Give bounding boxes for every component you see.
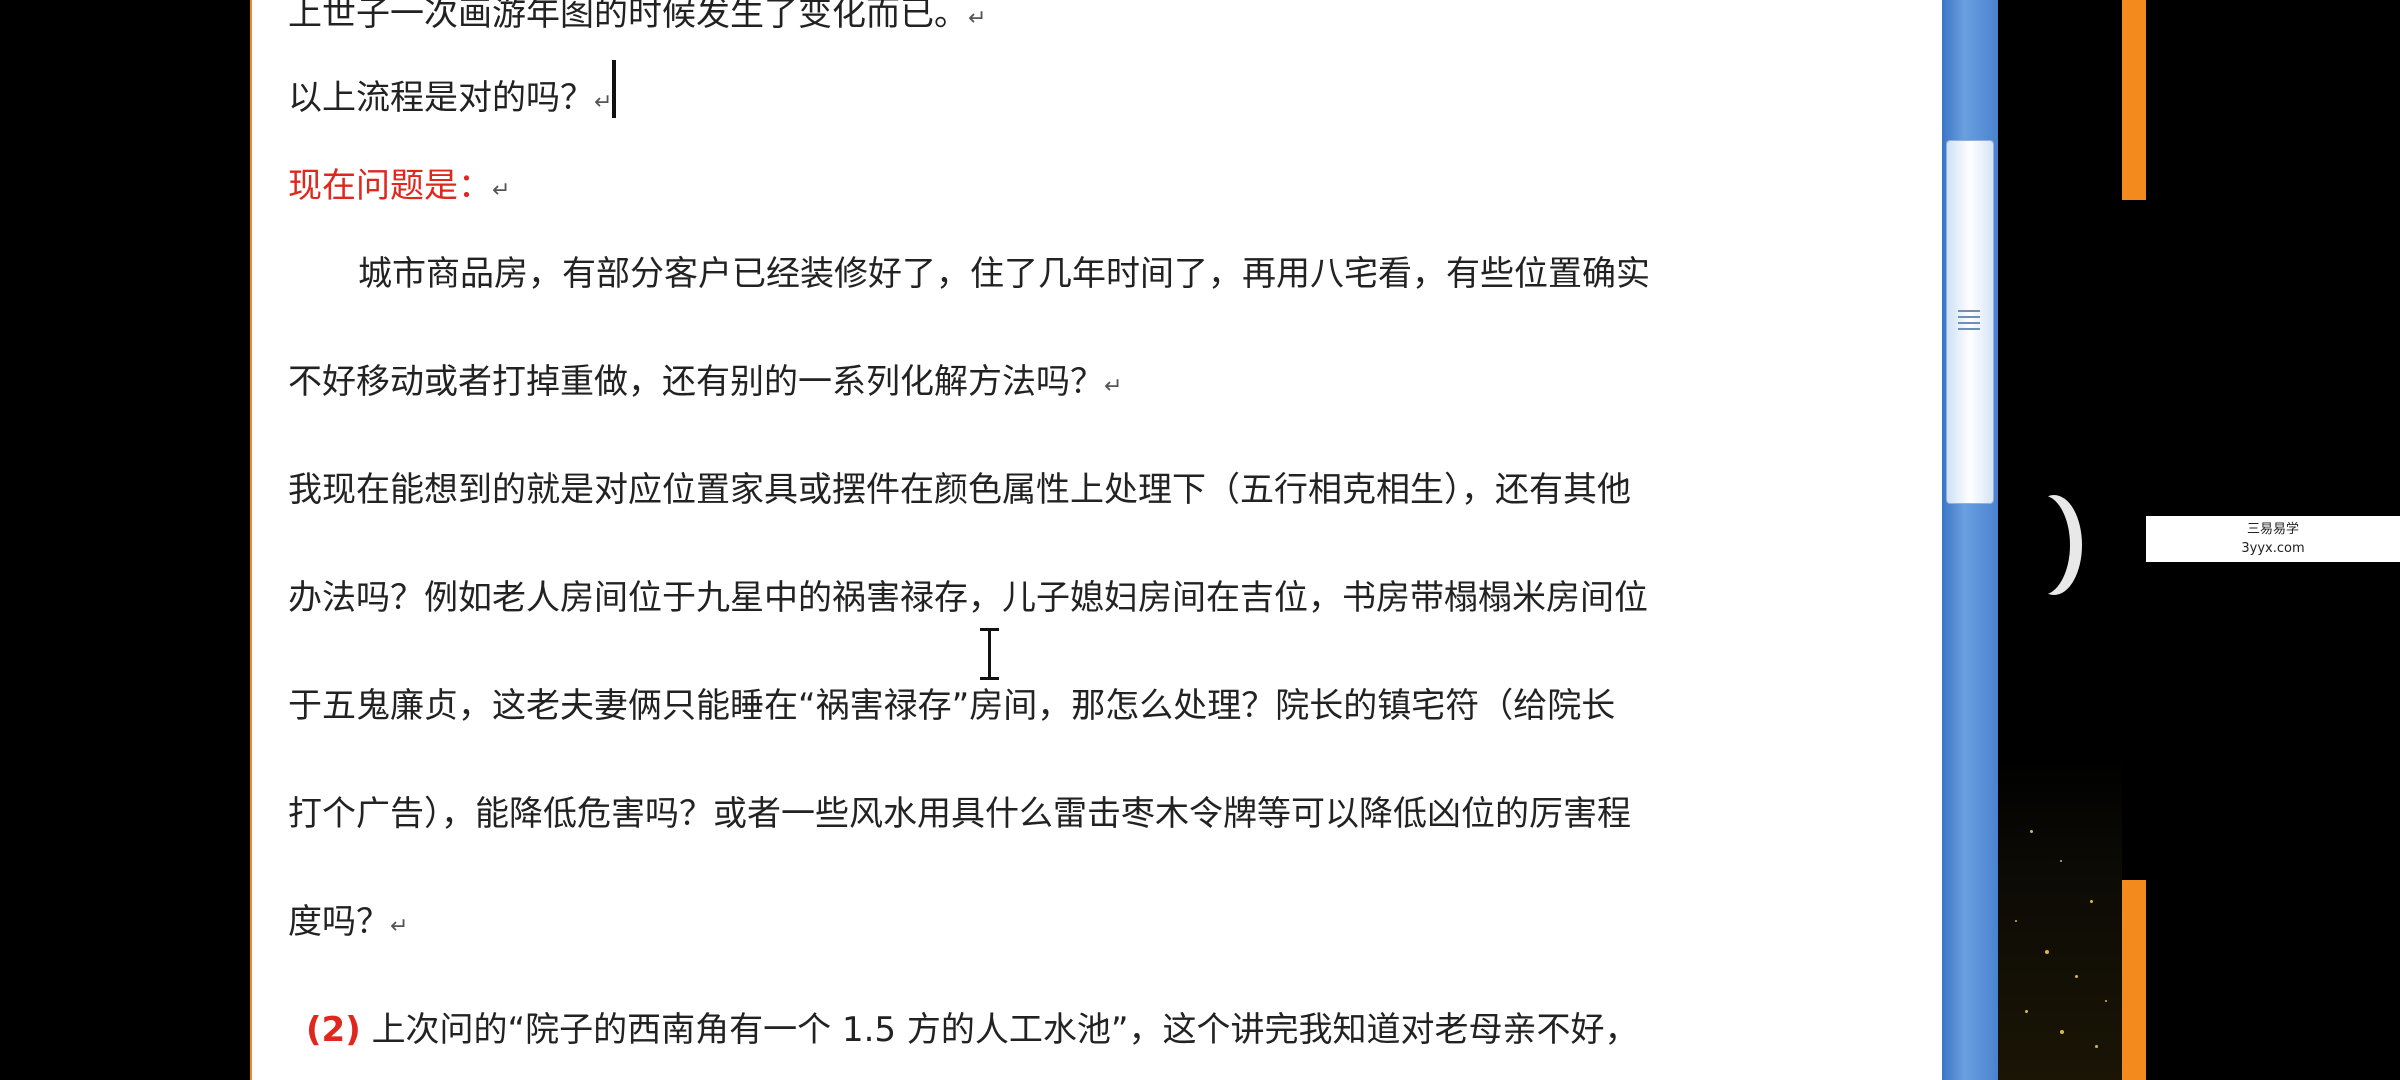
paragraph-mark: ↵: [594, 90, 613, 115]
sparkle: [2015, 920, 2017, 922]
doc-line-text: 打个广告），能降低危害吗？或者一些风水用具什么雷击枣木令牌等可以降低凶位的厉害程: [288, 794, 1631, 834]
doc-line-10: 度吗？↵: [288, 894, 408, 943]
doc-line-question-heading: 现在问题是：↵: [288, 158, 510, 207]
frame-edge-right-top: [2122, 0, 2146, 200]
crescent-moon-icon: [2014, 495, 2070, 595]
paragraph-mark: ↵: [390, 914, 409, 939]
doc-line-text: 于五鬼廉贞，这老夫妻俩只能睡在“祸害禄存”房间，那怎么处理？院长的镇宅符（给院长: [288, 686, 1616, 726]
sparkle: [2095, 1045, 2098, 1048]
sparkle: [2060, 860, 2062, 862]
doc-line-text: 以上流程是对的吗？: [288, 78, 594, 118]
frame-gap: [2122, 200, 2146, 880]
paragraph-mark: ↵: [1104, 374, 1123, 399]
sparkle: [2045, 950, 2049, 954]
doc-line-5: 不好移动或者打掉重做，还有别的一系列化解方法吗？↵: [288, 354, 1122, 403]
sparkle: [2060, 1030, 2064, 1034]
doc-line-4: 城市商品房，有部分客户已经装修好了，住了几年时间了，再用八宅看，有些位置确实: [358, 246, 1650, 295]
doc-line-text: 不好移动或者打掉重做，还有别的一系列化解方法吗？: [288, 362, 1104, 402]
sparkle: [2105, 1000, 2107, 1002]
doc-line-text: 办法吗？例如老人房间位于九星中的祸害禄存，儿子媳妇房间在吉位，书房带榻榻米房间位: [288, 578, 1648, 618]
doc-line-9: 打个广告），能降低危害吗？或者一些风水用具什么雷击枣木令牌等可以降低凶位的厉害程: [288, 786, 1631, 835]
scroll-grip-icon: [1958, 322, 1980, 324]
scroll-grip-icon: [1958, 328, 1980, 330]
sparkle: [2090, 900, 2093, 903]
item-number: (2): [306, 1010, 361, 1050]
watermark: 三易易学 3yyx.com: [2146, 516, 2400, 562]
doc-line-text: 上世子一次画游年图的时候发生了变化而已。: [288, 0, 968, 34]
doc-line-text: 城市商品房，有部分客户已经装修好了，住了几年时间了，再用八宅看，有些位置确实: [358, 254, 1650, 294]
paragraph-mark: ↵: [968, 6, 987, 31]
sparkle: [2030, 830, 2033, 833]
doc-line-text: 我现在能想到的就是对应位置家具或摆件在颜色属性上处理下（五行相克相生），还有其他: [288, 470, 1631, 510]
scroll-grip-icon: [1958, 316, 1980, 318]
sparkle: [2025, 1010, 2028, 1013]
text-caret: [612, 60, 616, 118]
doc-line-6: 我现在能想到的就是对应位置家具或摆件在颜色属性上处理下（五行相克相生），还有其他: [288, 462, 1631, 511]
doc-line-text: 现在问题是：: [288, 166, 492, 206]
doc-line-11: (2) 上次问的“院子的西南角有一个 1.5 方的人工水池”，这个讲完我知道对老…: [306, 1002, 1638, 1051]
doc-line-1: 上世子一次画游年图的时候发生了变化而已。↵: [288, 0, 986, 35]
doc-line-2: 以上流程是对的吗？↵: [288, 70, 612, 119]
doc-line-7: 办法吗？例如老人房间位于九星中的祸害禄存，儿子媳妇房间在吉位，书房带榻榻米房间位: [288, 570, 1648, 619]
ibeam-cursor-icon: [980, 628, 999, 680]
frame-edge-right-bottom: [2122, 880, 2146, 1080]
doc-line-text: 上次问的“院子的西南角有一个 1.5 方的人工水池”，这个讲完我知道对老母亲不好…: [371, 1010, 1639, 1050]
paragraph-mark: ↵: [492, 178, 511, 203]
doc-line-8: 于五鬼廉贞，这老夫妻俩只能睡在“祸害禄存”房间，那怎么处理？院长的镇宅符（给院长: [288, 678, 1615, 727]
watermark-url: 3yyx.com: [2241, 541, 2305, 556]
scroll-grip-icon: [1958, 310, 1980, 312]
watermark-title: 三易易学: [2246, 522, 2299, 537]
sparkle: [2075, 975, 2078, 978]
doc-line-text: 度吗？: [288, 902, 390, 942]
